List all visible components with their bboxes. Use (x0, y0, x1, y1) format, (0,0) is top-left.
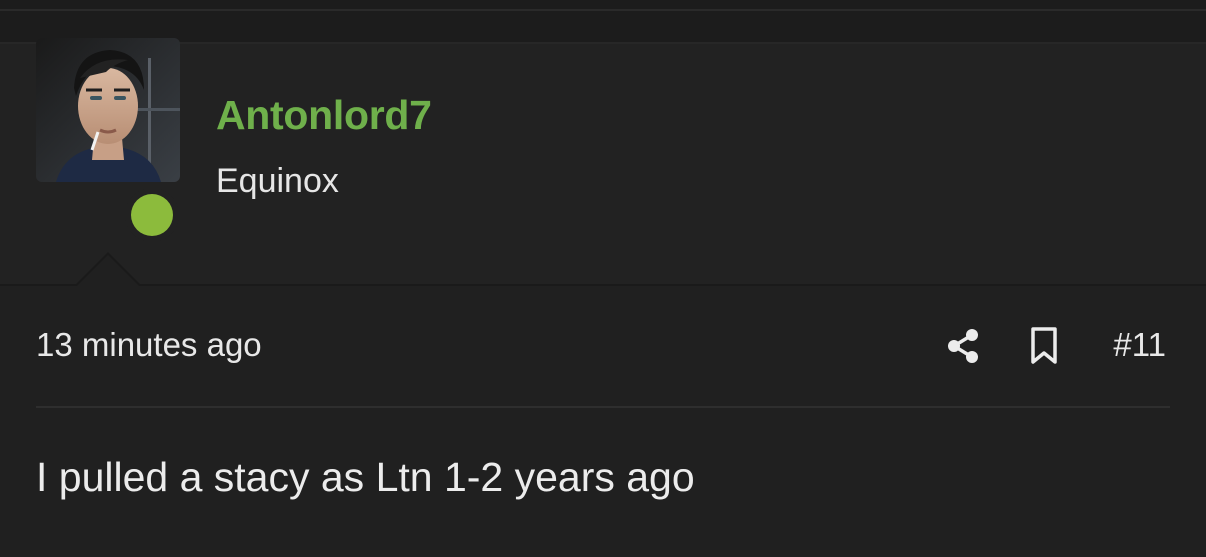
post-divider (36, 406, 1170, 408)
share-icon[interactable] (944, 326, 984, 366)
username-link[interactable]: Antonlord7 (216, 92, 432, 139)
avatar[interactable] (36, 38, 180, 182)
online-status-indicator (125, 188, 179, 242)
user-block-pointer-inner (76, 255, 140, 287)
top-band (0, 0, 1206, 44)
user-title: Equinox (216, 162, 339, 200)
online-dot (131, 194, 173, 236)
user-block (0, 44, 1206, 286)
bookmark-icon[interactable] (1026, 326, 1062, 366)
post-meta-bar: 13 minutes ago #11 (36, 326, 1170, 370)
post-body-text: I pulled a stacy as Ltn 1-2 years ago (36, 454, 695, 500)
post-number-link[interactable]: #11 (1113, 326, 1166, 364)
top-divider (0, 9, 1206, 11)
post-timestamp[interactable]: 13 minutes ago (36, 326, 262, 364)
